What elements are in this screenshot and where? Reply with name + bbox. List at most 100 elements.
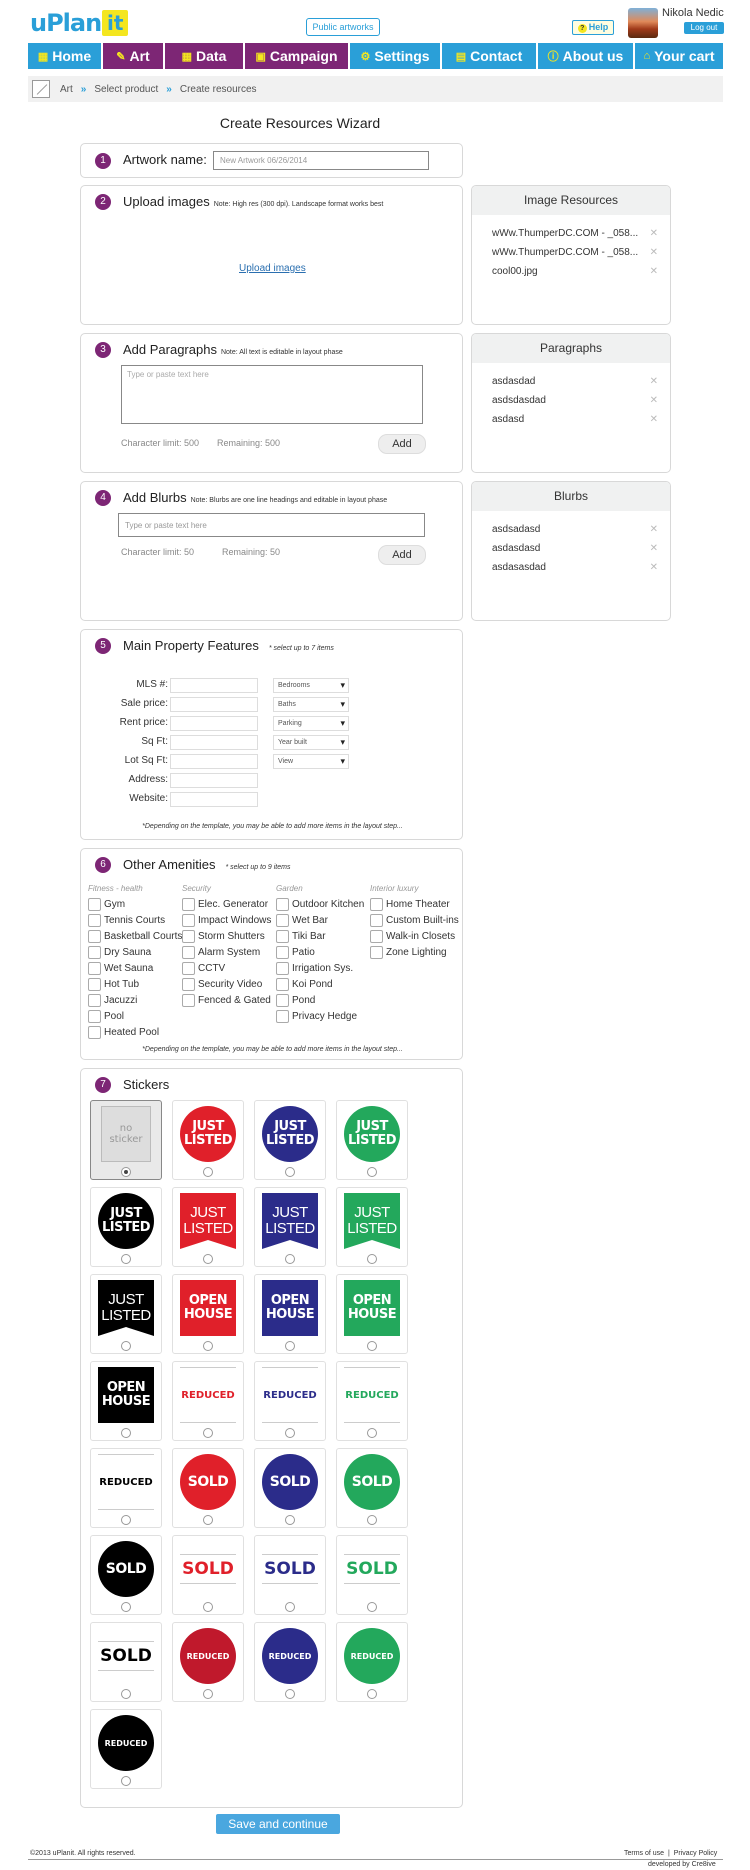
artwork-name-input[interactable]: New Artwork 06/26/2014: [213, 151, 429, 170]
amenity-checkbox[interactable]: Patio: [276, 944, 364, 960]
sticker-radio[interactable]: [121, 1254, 131, 1264]
checkbox[interactable]: [276, 961, 289, 975]
sticker-option[interactable]: REDUCED: [90, 1448, 162, 1528]
checkbox[interactable]: [370, 897, 383, 911]
amenity-checkbox[interactable]: CCTV: [182, 960, 271, 976]
nav-about[interactable]: ⓘ About us: [538, 43, 633, 69]
sticker-option[interactable]: SOLD: [254, 1448, 326, 1528]
checkbox[interactable]: [88, 961, 101, 975]
list-item[interactable]: asdasasdad ✕: [472, 558, 670, 577]
breadcrumb-art[interactable]: Art: [60, 84, 73, 95]
terms-link[interactable]: Terms of use: [624, 1850, 664, 1857]
blurb-input[interactable]: Type or paste text here: [118, 513, 425, 537]
amenity-checkbox[interactable]: Pond: [276, 992, 364, 1008]
logout-button[interactable]: Log out: [684, 22, 724, 34]
amenity-checkbox[interactable]: Koi Pond: [276, 976, 364, 992]
sticker-radio[interactable]: [285, 1602, 295, 1612]
amenity-checkbox[interactable]: Tiki Bar: [276, 928, 364, 944]
amenity-checkbox[interactable]: Jacuzzi: [88, 992, 182, 1008]
checkbox[interactable]: [276, 945, 289, 959]
nav-contact[interactable]: ▤ Contact: [442, 43, 536, 69]
amenity-checkbox[interactable]: Home Theater: [370, 896, 459, 912]
amenity-checkbox[interactable]: Custom Built-ins: [370, 912, 459, 928]
close-icon[interactable]: ✕: [650, 543, 658, 554]
sticker-option[interactable]: JUST LISTED: [254, 1187, 326, 1267]
close-icon[interactable]: ✕: [650, 524, 658, 535]
paragraph-textarea[interactable]: Type or paste text here: [121, 365, 423, 424]
sticker-radio[interactable]: [285, 1341, 295, 1351]
address-input[interactable]: [170, 773, 258, 788]
website-input[interactable]: [170, 792, 258, 807]
sticker-option[interactable]: REDUCED: [254, 1622, 326, 1702]
upload-images-link[interactable]: Upload images: [239, 263, 306, 274]
add-blurb-button[interactable]: Add: [378, 545, 426, 565]
list-item[interactable]: asdasdasd ✕: [472, 539, 670, 558]
sticker-radio[interactable]: [367, 1602, 377, 1612]
mls-input[interactable]: [170, 678, 258, 693]
breadcrumb-select-product[interactable]: Select product: [94, 84, 158, 95]
sticker-radio[interactable]: [121, 1167, 131, 1177]
close-icon[interactable]: ✕: [650, 228, 658, 239]
year-built-select[interactable]: Year built: [273, 735, 349, 750]
checkbox[interactable]: [370, 945, 383, 959]
sticker-radio[interactable]: [285, 1167, 295, 1177]
sticker-radio[interactable]: [203, 1689, 213, 1699]
sticker-option[interactable]: REDUCED: [336, 1361, 408, 1441]
checkbox[interactable]: [276, 993, 289, 1007]
avatar[interactable]: [628, 8, 658, 38]
sticker-radio[interactable]: [285, 1689, 295, 1699]
amenity-checkbox[interactable]: Irrigation Sys.: [276, 960, 364, 976]
checkbox[interactable]: [182, 977, 195, 991]
sticker-option[interactable]: SOLD: [172, 1448, 244, 1528]
sticker-radio[interactable]: [121, 1602, 131, 1612]
add-paragraph-button[interactable]: Add: [378, 434, 426, 454]
sticker-option[interactable]: SOLD: [254, 1535, 326, 1615]
amenity-checkbox[interactable]: Alarm System: [182, 944, 271, 960]
amenity-checkbox[interactable]: Hot Tub: [88, 976, 182, 992]
checkbox[interactable]: [276, 897, 289, 911]
sticker-option[interactable]: SOLD: [336, 1535, 408, 1615]
nav-cart[interactable]: ⌂ Your cart: [635, 43, 723, 69]
amenity-checkbox[interactable]: Impact Windows: [182, 912, 271, 928]
help-button[interactable]: ? Help: [572, 20, 614, 35]
rent-price-input[interactable]: [170, 716, 258, 731]
sticker-option[interactable]: REDUCED: [336, 1622, 408, 1702]
sticker-radio[interactable]: [367, 1515, 377, 1525]
view-select[interactable]: View: [273, 754, 349, 769]
close-icon[interactable]: ✕: [650, 562, 658, 573]
sticker-radio[interactable]: [367, 1689, 377, 1699]
sticker-radio[interactable]: [203, 1167, 213, 1177]
sticker-radio[interactable]: [203, 1428, 213, 1438]
list-item[interactable]: asdsdasdad ✕: [472, 391, 670, 410]
sticker-radio[interactable]: [121, 1341, 131, 1351]
amenity-checkbox[interactable]: Security Video: [182, 976, 271, 992]
checkbox[interactable]: [276, 977, 289, 991]
sticker-option[interactable]: REDUCED: [172, 1622, 244, 1702]
close-icon[interactable]: ✕: [650, 266, 658, 277]
checkbox[interactable]: [182, 913, 195, 927]
sticker-radio[interactable]: [121, 1689, 131, 1699]
sticker-option[interactable]: OPEN HOUSE: [90, 1361, 162, 1441]
checkbox[interactable]: [88, 1025, 101, 1039]
checkbox[interactable]: [182, 897, 195, 911]
sticker-radio[interactable]: [367, 1428, 377, 1438]
sale-price-input[interactable]: [170, 697, 258, 712]
amenity-checkbox[interactable]: Wet Sauna: [88, 960, 182, 976]
sticker-radio[interactable]: [285, 1428, 295, 1438]
sticker-option[interactable]: SOLD: [172, 1535, 244, 1615]
nav-data[interactable]: ▦ Data: [165, 43, 243, 69]
amenity-checkbox[interactable]: Heated Pool: [88, 1024, 182, 1040]
sticker-option[interactable]: OPEN HOUSE: [336, 1274, 408, 1354]
checkbox[interactable]: [370, 929, 383, 943]
sticker-radio[interactable]: [285, 1254, 295, 1264]
sticker-radio[interactable]: [121, 1515, 131, 1525]
sticker-radio[interactable]: [121, 1776, 131, 1786]
save-and-continue-button[interactable]: Save and continue: [216, 1814, 340, 1834]
sticker-option[interactable]: SOLD: [90, 1535, 162, 1615]
checkbox[interactable]: [276, 1009, 289, 1023]
checkbox[interactable]: [182, 945, 195, 959]
amenity-checkbox[interactable]: Storm Shutters: [182, 928, 271, 944]
amenity-checkbox[interactable]: Fenced & Gated: [182, 992, 271, 1008]
sticker-option[interactable]: JUST LISTED: [90, 1274, 162, 1354]
amenity-checkbox[interactable]: Elec. Generator: [182, 896, 271, 912]
